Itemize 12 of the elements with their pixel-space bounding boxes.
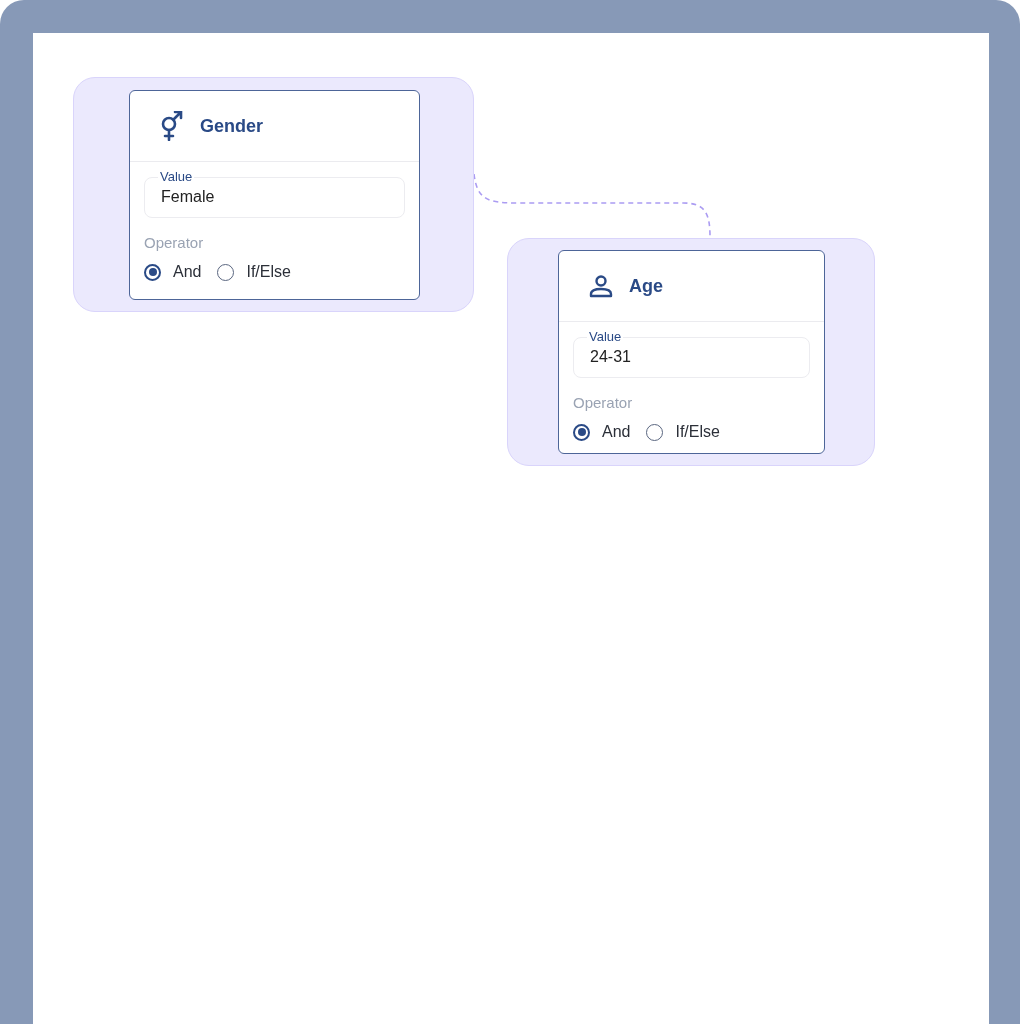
field-label: Value — [158, 169, 195, 184]
gender-icon — [160, 111, 184, 141]
field-label: Value — [587, 329, 624, 344]
operator-label: Operator — [573, 394, 634, 411]
radio-option[interactable]: If/Else — [217, 263, 291, 281]
radio-option[interactable]: And — [144, 263, 202, 281]
person-icon — [589, 274, 613, 298]
operator-label: Operator — [144, 234, 205, 251]
node-title: Age — [629, 275, 663, 297]
node-title: Gender — [200, 115, 264, 137]
radio-option[interactable]: And — [573, 423, 631, 441]
radio-option[interactable]: If/Else — [646, 423, 720, 441]
